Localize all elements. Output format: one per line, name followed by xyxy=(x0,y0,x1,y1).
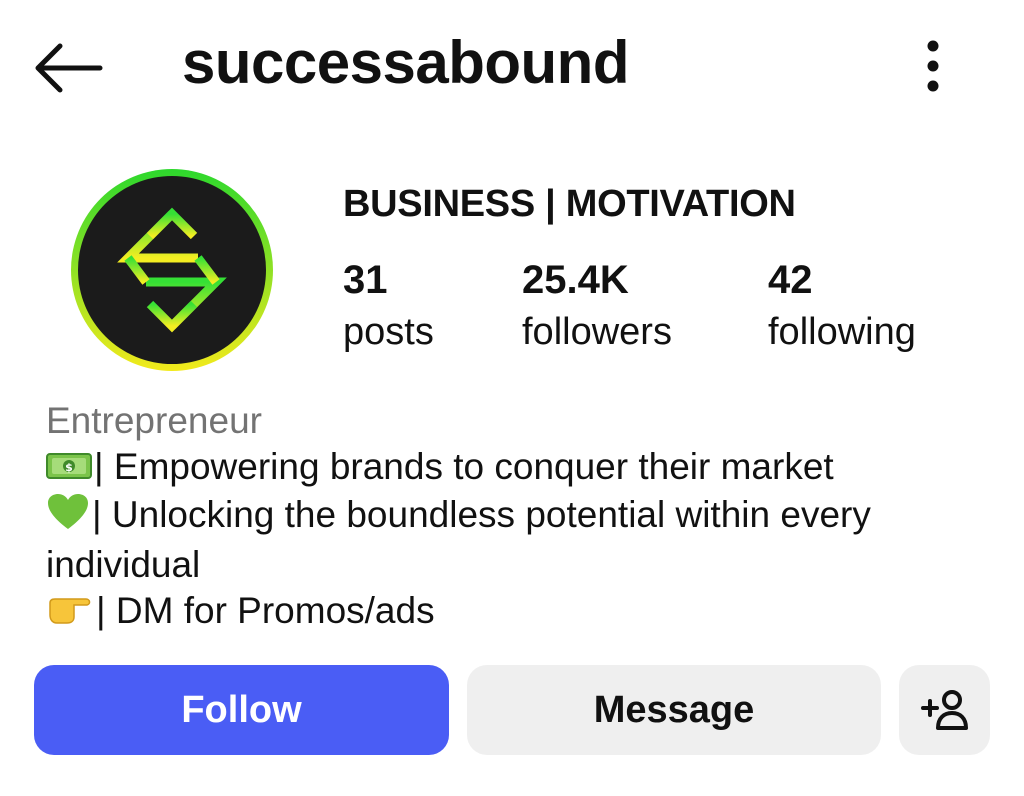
back-button[interactable] xyxy=(30,36,106,100)
money-icon: $ xyxy=(46,446,92,492)
posts-label: posts xyxy=(343,311,434,353)
pointing-hand-icon xyxy=(46,590,94,636)
bio-title: Entrepreneur xyxy=(46,400,262,441)
profile-username: successabound xyxy=(182,29,630,96)
following-label: following xyxy=(768,311,916,353)
follow-button[interactable]: Follow xyxy=(34,665,449,755)
stat-posts[interactable]: 31 posts xyxy=(343,256,434,360)
profile-category: BUSINESS | MOTIVATION xyxy=(343,183,796,225)
more-vertical-icon xyxy=(927,40,939,92)
suggest-users-button[interactable] xyxy=(899,665,990,755)
followers-label: followers xyxy=(522,311,672,353)
stat-followers[interactable]: 25.4K followers xyxy=(522,256,672,360)
profile-bio: Entrepreneur $ | Empowering brands to co… xyxy=(46,398,1006,636)
bio-line-3: | DM for Promos/ads xyxy=(46,588,1006,636)
stat-following[interactable]: 42 following xyxy=(768,256,916,360)
followers-count: 25.4K xyxy=(522,258,629,302)
bio-line-2: | Unlocking the boundless potential with… xyxy=(46,492,1006,588)
bio-line-1-text: | Empowering brands to conquer their mar… xyxy=(94,446,834,487)
green-heart-icon xyxy=(46,493,90,542)
following-count: 42 xyxy=(768,258,813,302)
more-options-button[interactable] xyxy=(910,36,956,96)
bio-line-2-text: | Unlocking the boundless potential with… xyxy=(46,494,871,585)
message-button[interactable]: Message xyxy=(467,665,881,755)
posts-count: 31 xyxy=(343,258,388,302)
arrow-left-icon xyxy=(35,43,103,93)
brand-logo-icon xyxy=(71,169,273,371)
add-person-icon xyxy=(920,690,968,730)
avatar[interactable] xyxy=(66,164,278,376)
bio-line-3-text: | DM for Promos/ads xyxy=(96,589,435,631)
svg-text:$: $ xyxy=(65,461,73,474)
bio-line-1: $ | Empowering brands to conquer their m… xyxy=(46,444,1006,492)
